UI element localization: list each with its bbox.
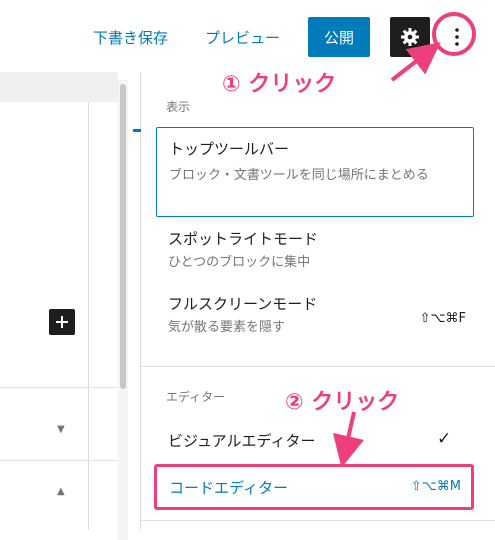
canvas-topbar — [0, 72, 118, 102]
editor-section-label: エディター — [166, 390, 226, 404]
menu-item-top-toolbar[interactable]: トップツールバー ブロック・文書ツールを同じ場所にまとめる — [156, 127, 474, 217]
scrollbar[interactable] — [118, 80, 128, 540]
annotation-step1: ① クリック — [222, 72, 337, 97]
checkmark-icon: ✓ — [437, 429, 452, 449]
caret-down-icon[interactable]: ▼ — [57, 424, 65, 435]
code-editor-label: コードエディター — [169, 479, 288, 497]
add-block-button[interactable] — [49, 309, 75, 335]
editor-header: 下書き保存 プレビュー 公開 — [0, 0, 495, 72]
menu-item-title: ビジュアルエディター — [168, 432, 316, 450]
menu-item-spotlight-mode[interactable]: スポットライトモード ひとつのブロックに集中 — [156, 228, 474, 278]
scrollbar-thumb[interactable] — [120, 84, 126, 389]
menu-item-desc: ブロック・文書ツールを同じ場所にまとめる — [169, 168, 429, 183]
menu-item-visual-editor[interactable]: ビジュアルエディター — [156, 430, 474, 458]
menu-item-title: スポットライトモード — [168, 230, 319, 248]
gear-icon — [401, 28, 419, 46]
save-draft-button[interactable]: 下書き保存 — [93, 27, 168, 48]
more-options-button[interactable] — [437, 17, 477, 57]
menu-item-title: トップツールバー — [169, 140, 290, 158]
caret-up-icon[interactable]: ▲ — [57, 486, 65, 497]
view-section-label: 表示 — [166, 100, 191, 114]
vertical-ellipsis-icon — [455, 28, 459, 46]
menu-item-code-editor[interactable]: コードエディター ⇧⌥⌘M — [154, 464, 474, 510]
editor-canvas: ▼ ▲ — [0, 72, 140, 540]
menu-item-fullscreen-mode[interactable]: フルスクリーンモード 気が散る要素を隠す ⇧⌥⌘F — [156, 293, 474, 343]
more-options-menu: 表示 トップツールバー ブロック・文書ツールを同じ場所にまとめる スポットライト… — [133, 72, 495, 530]
preview-button[interactable]: プレビュー — [205, 27, 280, 48]
plus-icon — [56, 316, 68, 328]
publish-button[interactable]: 公開 — [308, 17, 370, 57]
annotation-step2: ② クリック — [285, 390, 400, 415]
fullscreen-shortcut: ⇧⌥⌘F — [419, 311, 466, 326]
menu-divider — [141, 366, 495, 367]
menu-divider — [141, 520, 495, 521]
code-editor-shortcut: ⇧⌥⌘M — [410, 479, 461, 494]
menu-item-desc: ひとつのブロックに集中 — [168, 255, 311, 270]
settings-button[interactable] — [390, 17, 430, 57]
